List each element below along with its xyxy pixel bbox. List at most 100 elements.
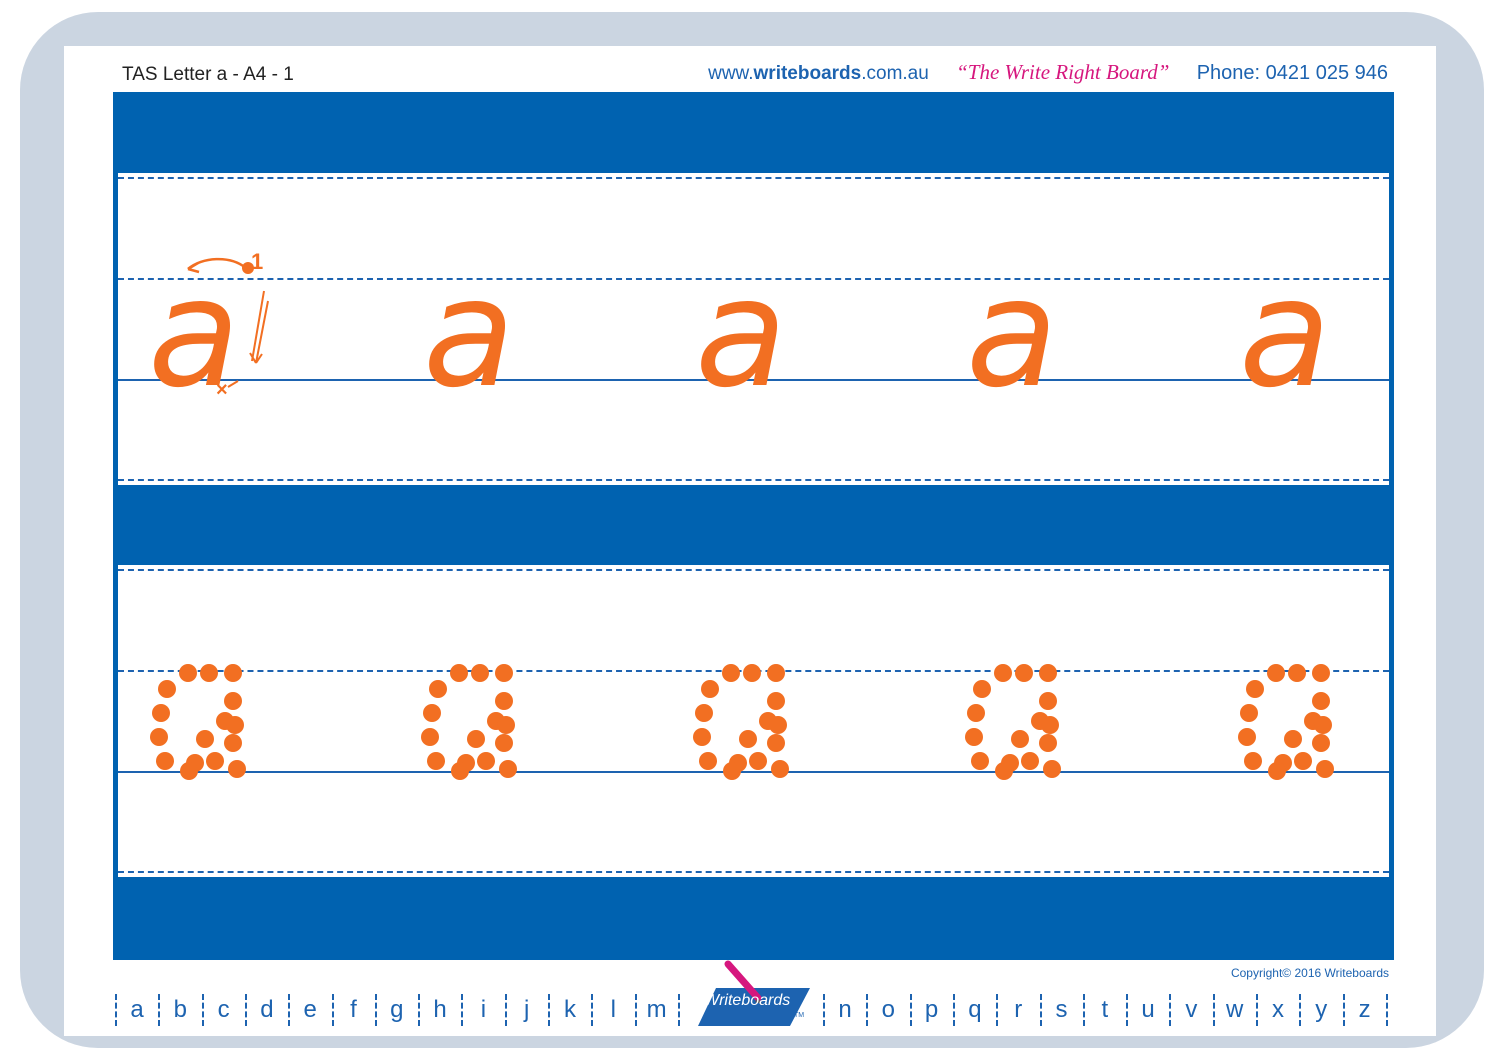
trace-dot <box>1238 728 1256 746</box>
trace-dot <box>1015 664 1033 682</box>
trace-dot <box>467 730 485 748</box>
trace-dot <box>701 680 719 698</box>
alphabet-letter-c: c <box>217 996 230 1023</box>
dotted-letter <box>958 661 1068 781</box>
alphabet-separator <box>1212 994 1215 1026</box>
alphabet-letter-s: s <box>1055 996 1068 1023</box>
header-info: www.writeboards.com.au “The Write Right … <box>708 60 1388 85</box>
alphabet-letter-m: m <box>646 996 667 1023</box>
trace-dot <box>722 664 740 682</box>
trace-dot <box>427 752 445 770</box>
writing-board: a 1 × a a a a <box>113 92 1394 960</box>
trace-dot <box>180 762 198 780</box>
trace-dot <box>224 734 242 752</box>
alphabet-separator <box>591 994 594 1026</box>
trace-dot <box>1039 692 1057 710</box>
alphabet-letter-b: b <box>173 996 187 1023</box>
trace-dot <box>1312 734 1330 752</box>
trace-dot <box>1288 664 1306 682</box>
alphabet-letter-k: k <box>564 996 576 1023</box>
alphabet-separator <box>1342 994 1345 1026</box>
trace-dot <box>1021 752 1039 770</box>
bottom-dashed-line <box>118 479 1389 481</box>
trace-dot <box>495 692 513 710</box>
trace-dot <box>1240 704 1258 722</box>
alphabet-letter-w: w <box>1226 996 1244 1023</box>
alphabet-letter-p: p <box>924 996 939 1023</box>
alphabet-separator <box>634 994 637 1026</box>
copyright-notice: Copyright© 2016 Writeboards <box>1230 966 1389 980</box>
alphabet-separator <box>1169 994 1172 1026</box>
alphabet-letter-o: o <box>881 996 895 1023</box>
alphabet-separator <box>823 994 825 1026</box>
trace-dot <box>995 762 1013 780</box>
trace-dot <box>771 760 789 778</box>
sheet-title: TAS Letter a - A4 - 1 <box>122 64 294 85</box>
trace-dot <box>495 734 513 752</box>
alphabet-letter-d: d <box>260 996 274 1023</box>
alphabet-letter-j: j <box>524 996 530 1023</box>
alphabet-letter-i: i <box>480 996 487 1023</box>
trace-dot <box>451 762 469 780</box>
writeboards-logo: Writeboards TM <box>690 960 815 1034</box>
alphabet-separator <box>996 994 999 1026</box>
trace-dot <box>1039 734 1057 752</box>
alphabet-letter-f: f <box>350 996 357 1023</box>
trace-dot <box>965 728 983 746</box>
website-link[interactable]: www.writeboards.com.au <box>708 63 929 84</box>
trace-dot <box>767 692 785 710</box>
trace-dot <box>695 704 713 722</box>
trace-dot <box>497 716 515 734</box>
trace-letter: a <box>423 247 515 421</box>
alphabet-letter-t: t <box>1101 996 1109 1023</box>
alphabet-letter-r: r <box>1014 996 1023 1023</box>
trace-dot <box>1294 752 1312 770</box>
alphabet-letter-h: h <box>433 996 447 1023</box>
stroke-end-mark: × <box>216 379 228 401</box>
trace-dot <box>1043 760 1061 778</box>
alphabet-letter-y: y <box>1315 996 1328 1023</box>
trace-dot <box>967 704 985 722</box>
alphabet-separator <box>115 994 117 1026</box>
alphabet-letter-x: x <box>1272 996 1284 1023</box>
trace-dot <box>739 730 757 748</box>
alphabet-separator <box>461 994 464 1026</box>
trace-dot <box>1041 716 1059 734</box>
trace-dot <box>743 664 761 682</box>
trace-dot <box>767 664 785 682</box>
alphabet-letter-g: g <box>390 996 404 1023</box>
trace-dot <box>1316 760 1334 778</box>
trace-dot <box>1312 664 1330 682</box>
trace-dot <box>477 752 495 770</box>
trace-dot <box>228 760 246 778</box>
trace-dot <box>994 664 1012 682</box>
alphabet-separator <box>374 994 377 1026</box>
slogan: “The Write Right Board” <box>956 60 1170 84</box>
alphabet-separator <box>1299 994 1302 1026</box>
alphabet-letter-n: n <box>838 996 852 1023</box>
trace-dot <box>1268 762 1286 780</box>
alphabet-letter-l: l <box>610 996 616 1023</box>
alphabet-letter-q: q <box>968 996 982 1023</box>
alphabet-separator <box>952 994 955 1026</box>
trace-dot <box>471 664 489 682</box>
trace-dot <box>224 692 242 710</box>
trace-dot <box>226 716 244 734</box>
trace-dot <box>158 680 176 698</box>
trace-dot <box>152 704 170 722</box>
trace-dot <box>421 728 439 746</box>
top-dashed-line <box>118 569 1389 571</box>
alphabet-letter-u: u <box>1141 996 1155 1023</box>
dotted-letter <box>686 661 796 781</box>
alphabet-separator <box>288 994 291 1026</box>
alphabet-separator <box>504 994 507 1026</box>
alphabet-separator <box>1082 994 1085 1026</box>
trace-dot <box>206 752 224 770</box>
bottom-dashed-line <box>118 871 1389 873</box>
alphabet-letter-e: e <box>303 996 317 1023</box>
alphabet-separator <box>1039 994 1042 1026</box>
alphabet-separator <box>244 994 247 1026</box>
alphabet-separator <box>1256 994 1258 1026</box>
trace-dot <box>429 680 447 698</box>
trace-dot <box>450 664 468 682</box>
